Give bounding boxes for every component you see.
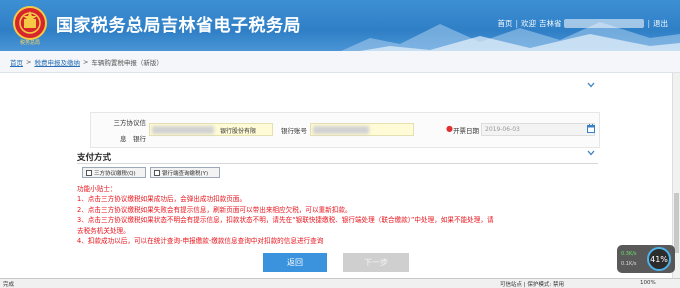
- nav-separator: |: [647, 19, 650, 28]
- pencil-icon: [86, 169, 92, 176]
- nav-user-name: 吉林省: [538, 19, 562, 28]
- chevron-down-icon[interactable]: [587, 82, 595, 88]
- bank-pay-button[interactable]: 银行端查询缴税(Y): [150, 167, 220, 178]
- tripartite-pay-label: 三方协议缴税(Q): [94, 170, 136, 177]
- emblem-text: 税务总局: [19, 40, 40, 46]
- breadcrumb-sep: >: [26, 57, 32, 66]
- bank-label-line2: 息 银行: [120, 135, 146, 143]
- divider: [77, 163, 598, 164]
- payment-method-title: 支付方式: [77, 153, 112, 163]
- bank-label-line1: 三方协议信: [113, 119, 147, 127]
- nav-separator: |: [515, 19, 518, 28]
- tripartite-pay-button[interactable]: 三方协议缴税(Q): [82, 167, 146, 178]
- breadcrumb-sep: >: [82, 57, 89, 66]
- date-label: 开票日期: [453, 127, 479, 135]
- tip-line: 1、点击三方协议缴税如果成功后，会弹出成功扣款页面。: [77, 195, 247, 204]
- account-field[interactable]: [310, 123, 414, 136]
- network-speed-widget[interactable]: 0.3K/s 0.1K/s 41%: [617, 245, 675, 273]
- tip-line: 3、点击三方协议缴税如果状态不明会有提示信息，扣款状态不明，请先在“银联快捷缴税…: [77, 216, 494, 225]
- tips-panel: 功能小贴士： 1、点击三方协议缴税如果成功后，会弹出成功扣款页面。 2、点击三方…: [77, 184, 607, 246]
- bank-pay-label: 银行端查询缴税(Y): [162, 170, 209, 177]
- bank-name-suffix: 银行股份有限: [220, 128, 257, 135]
- invoice-date-field[interactable]: 2019-06-03: [481, 123, 595, 136]
- logout-link[interactable]: 退出: [653, 18, 668, 29]
- tip-line: 去税务机关处理。: [77, 226, 130, 235]
- site-title: 国家税务总局吉林省电子税务局: [56, 16, 301, 36]
- breadcrumb: 首页 > 税费申报及缴纳 > 车辆购置税申报（新版）: [0, 51, 680, 73]
- site-header: 税务总局 国家税务总局吉林省电子税务局 首页 | 欢迎 吉林省 | 退出: [0, 0, 680, 51]
- back-button[interactable]: 返回: [263, 253, 327, 272]
- security-zone: 可信站点 | 保护模式: 禁用: [500, 282, 564, 288]
- memory-usage-gauge: 41%: [647, 247, 671, 271]
- bank-field[interactable]: 银行股份有限: [149, 123, 273, 136]
- tips-title: 功能小贴士：: [77, 185, 117, 193]
- calendar-icon[interactable]: [587, 124, 595, 133]
- top-nav: 首页 | 欢迎 吉林省 | 退出: [497, 18, 668, 29]
- download-speed: 0.1K/s: [621, 261, 637, 267]
- breadcrumb-home[interactable]: 首页: [10, 57, 23, 67]
- tip-line: 4、扣款成功以后，可以在统计查询-申报缴款-缴款信息查询中对扣款的信息进行查询: [77, 237, 324, 246]
- next-step-button[interactable]: 下一步: [343, 253, 409, 272]
- redacted-account-number: [313, 126, 369, 134]
- browser-status-bar: 完成 可信站点 | 保护模式: 禁用 100%: [0, 278, 680, 288]
- account-label: 银行账号: [281, 127, 307, 135]
- scrollbar-thumb[interactable]: [674, 193, 679, 253]
- required-mark: ●: [446, 124, 453, 133]
- zoom-level[interactable]: 100%: [640, 280, 656, 286]
- status-done: 完成: [3, 282, 15, 288]
- chevron-down-icon[interactable]: [587, 150, 595, 156]
- tax-emblem-icon: [13, 6, 47, 40]
- redacted-bank-name: [152, 126, 214, 134]
- document-icon: [154, 169, 160, 176]
- redacted-user-info: [564, 19, 645, 28]
- tripartite-agreement-row: 三方协议信 息 银行 银行股份有限 银行账号 ● 开票日期 2019-06-03: [90, 112, 600, 148]
- breadcrumb-current: 车辆购置税申报（新版）: [91, 58, 163, 67]
- upload-speed: 0.3K/s: [621, 251, 637, 257]
- tip-line: 2、点击三方协议缴税如果失败会有提示信息，刷新页面可以带出来相应欠税，可以重新扣…: [77, 205, 352, 214]
- breadcrumb-tax-declaration[interactable]: 税费申报及缴纳: [34, 57, 80, 67]
- nav-welcome-text: 欢迎: [520, 19, 536, 28]
- nav-home-link[interactable]: 首页: [497, 18, 512, 29]
